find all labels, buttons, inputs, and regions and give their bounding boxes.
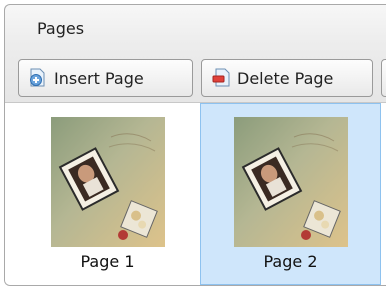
delete-page-icon bbox=[211, 67, 233, 89]
page-thumbnail-selected[interactable]: Page 2 bbox=[200, 103, 381, 285]
insert-page-button[interactable]: Insert Page bbox=[18, 59, 193, 97]
page-thumbnail[interactable]: Page 1 bbox=[17, 103, 198, 285]
pages-panel: Pages Insert Page Delete Page Page 1 Pag… bbox=[4, 4, 386, 286]
insert-page-label: Insert Page bbox=[54, 68, 144, 88]
page-label: Page 2 bbox=[263, 252, 318, 271]
delete-page-button[interactable]: Delete Page bbox=[201, 59, 373, 97]
page-thumbnails: Page 1 Page 2 bbox=[5, 102, 386, 285]
delete-page-label: Delete Page bbox=[237, 68, 334, 88]
overflow-button[interactable] bbox=[381, 59, 386, 97]
insert-page-icon bbox=[28, 67, 50, 89]
page-label: Page 1 bbox=[80, 252, 135, 271]
panel-title: Pages bbox=[37, 19, 85, 38]
page-preview-image bbox=[234, 117, 348, 247]
page-preview-image bbox=[51, 117, 165, 247]
